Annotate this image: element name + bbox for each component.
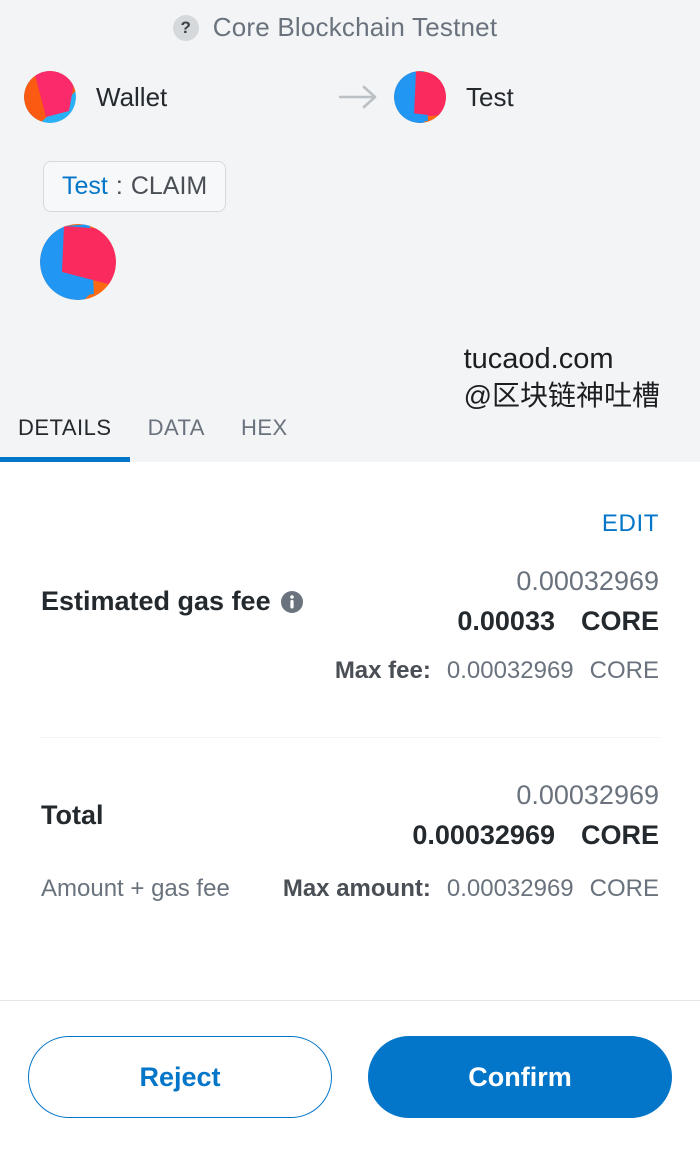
max-amount-value: 0.00032969 [446, 875, 574, 902]
total-fiat: 0.00032969 [516, 780, 659, 810]
max-amount-currency: CORE [589, 875, 659, 902]
gas-fee-values: 0.00032969 0.00033 CORE [457, 566, 659, 637]
header-panel: ? Core Blockchain Testnet Wallet Test Te… [0, 0, 700, 462]
tab-hex[interactable]: HEX [223, 415, 306, 462]
total-footer-row: Amount + gas fee Max amount: 0.00032969 … [41, 875, 659, 903]
from-account-name: Wallet [96, 81, 168, 112]
to-account[interactable]: Test [394, 71, 514, 123]
network-name: Core Blockchain Testnet [212, 12, 498, 42]
origin-action: CLAIM [130, 172, 208, 200]
max-fee-value: 0.00032969 [446, 657, 574, 684]
gas-fee-section: Estimated gas fee 0.00032969 0.00033 COR… [41, 538, 659, 685]
network-row: ? Core Blockchain Testnet [0, 0, 700, 43]
gas-fee-row: Estimated gas fee 0.00032969 0.00033 COR… [41, 566, 659, 637]
gas-fee-currency: CORE [580, 606, 659, 636]
gas-fee-amount: 0.00033 [457, 606, 555, 636]
max-fee-row: Max fee: 0.00032969 CORE [41, 657, 659, 685]
watermark-handle: @区块链神吐槽 [463, 380, 660, 412]
footer-actions: Reject Confirm [0, 1000, 700, 1153]
to-account-name: Test [466, 81, 514, 112]
total-section: Total 0.00032969 0.00032969 CORE Amount … [41, 738, 659, 903]
transaction-confirmation-screen: ? Core Blockchain Testnet Wallet Test Te… [0, 0, 700, 1153]
max-amount-group: Max amount: 0.00032969 CORE [283, 875, 659, 903]
max-fee-label: Max fee: [334, 657, 431, 684]
accounts-row: Wallet Test [0, 71, 700, 123]
edit-row: EDIT [41, 462, 659, 538]
arrow-right-icon [324, 84, 394, 110]
confirm-button[interactable]: Confirm [368, 1036, 672, 1118]
gas-fee-label: Estimated gas fee [41, 586, 271, 616]
gas-fee-primary: 0.00033 CORE [457, 606, 659, 637]
watermark: tucaod.com @区块链神吐槽 [464, 340, 660, 415]
watermark-site: tucaod.com [463, 343, 614, 375]
max-fee-currency: CORE [589, 657, 659, 684]
question-mark-icon[interactable]: ? [172, 14, 199, 41]
tab-bar: DETAILS DATA HEX [0, 415, 700, 462]
gas-fee-fiat: 0.00032969 [516, 566, 659, 596]
tab-data[interactable]: DATA [130, 415, 223, 462]
origin-name: Test [62, 172, 108, 200]
max-amount-label: Max amount: [282, 875, 431, 902]
total-primary: 0.00032969 CORE [412, 820, 659, 851]
total-label: Total [41, 800, 104, 830]
details-panel: EDIT Estimated gas fee 0.00032969 0.0003… [0, 462, 700, 1000]
info-icon[interactable] [280, 590, 303, 613]
total-note: Amount + gas fee [41, 875, 230, 902]
edit-gas-button[interactable]: EDIT [602, 510, 659, 538]
total-currency: CORE [580, 820, 659, 850]
reject-button[interactable]: Reject [28, 1036, 332, 1118]
total-amount: 0.00032969 [412, 820, 555, 850]
from-account[interactable]: Wallet [24, 71, 324, 123]
from-account-identicon [24, 71, 76, 123]
total-row: Total 0.00032969 0.00032969 CORE [41, 780, 659, 851]
contract-identicon-wrap [40, 224, 700, 300]
arrow-right-glyph [339, 85, 377, 109]
origin-pill[interactable]: Test : CLAIM [43, 161, 227, 212]
tab-details[interactable]: DETAILS [0, 415, 130, 462]
gas-fee-label-group: Estimated gas fee [41, 586, 303, 617]
origin-separator: : [115, 172, 123, 200]
total-values: 0.00032969 0.00032969 CORE [412, 780, 659, 851]
contract-identicon [40, 224, 116, 300]
to-account-identicon [394, 71, 446, 123]
